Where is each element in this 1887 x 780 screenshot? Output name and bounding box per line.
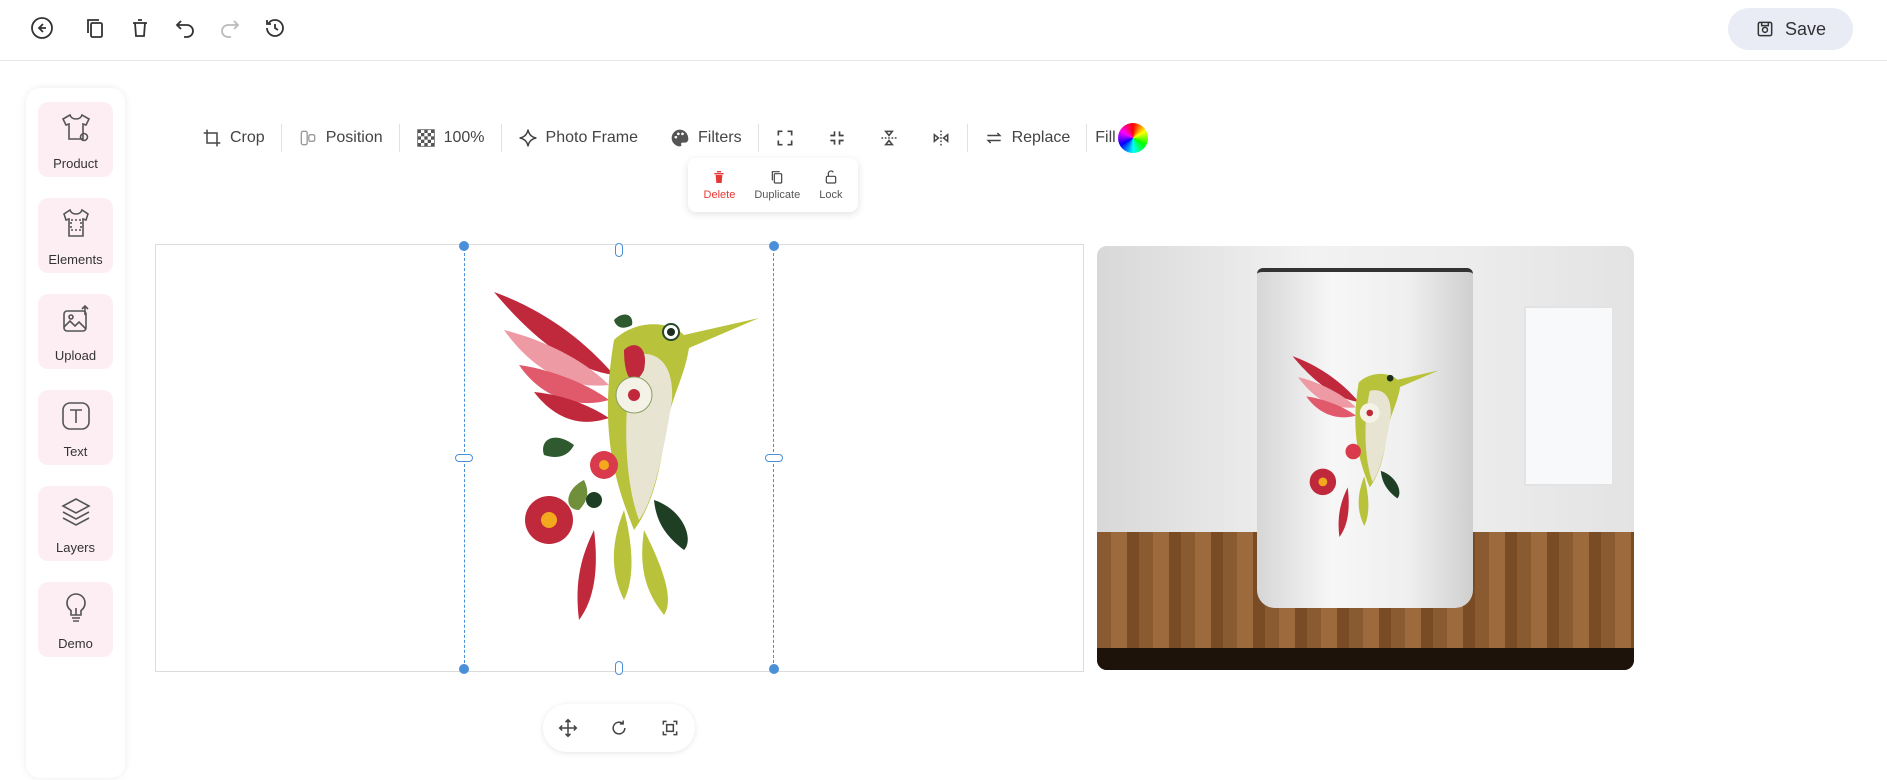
top-toolbar: Save bbox=[0, 0, 1887, 61]
sidebar-item-label: Demo bbox=[58, 636, 93, 651]
sidebar-item-label: Text bbox=[63, 444, 88, 459]
selection-context-menu: Delete Duplicate Lock bbox=[688, 158, 858, 212]
palette-icon bbox=[671, 129, 689, 147]
duplicate-label: Duplicate bbox=[754, 189, 801, 201]
trash-icon[interactable] bbox=[126, 14, 154, 42]
lock-label: Lock bbox=[819, 189, 843, 201]
compress-icon bbox=[829, 131, 844, 145]
crop-button[interactable]: Crop bbox=[186, 118, 281, 158]
sidebar-item-elements[interactable]: Elements bbox=[38, 198, 113, 273]
resize-handle-left[interactable] bbox=[455, 454, 473, 462]
unlock-icon bbox=[825, 170, 837, 184]
image-edit-toolbar: Crop Position 100% Photo Frame Filters R… bbox=[186, 118, 1164, 158]
copy-icon bbox=[771, 171, 783, 184]
window-decoration bbox=[1524, 306, 1614, 486]
upload-image-icon bbox=[62, 304, 89, 332]
position-button[interactable]: Position bbox=[282, 118, 399, 158]
replace-button[interactable]: Replace bbox=[968, 118, 1087, 158]
rotate-icon[interactable] bbox=[609, 718, 629, 738]
fill-label: Fill bbox=[1095, 129, 1116, 146]
text-icon bbox=[61, 402, 90, 430]
sidebar: Product Elements Upload Text Layers Demo bbox=[26, 88, 125, 778]
position-icon bbox=[300, 130, 316, 146]
copy-icon[interactable] bbox=[81, 14, 109, 42]
resize-handle-bottom[interactable] bbox=[615, 661, 623, 675]
opacity-button[interactable]: 100% bbox=[400, 118, 501, 158]
flip-horizontal-button[interactable] bbox=[915, 118, 967, 158]
selection-box[interactable] bbox=[464, 248, 774, 668]
sidebar-item-upload[interactable]: Upload bbox=[38, 294, 113, 369]
trash-icon bbox=[714, 171, 725, 183]
resize-handle-bottom-left[interactable] bbox=[459, 664, 469, 674]
elements-icon bbox=[62, 208, 89, 237]
mug-print-artwork bbox=[1292, 356, 1439, 538]
fit-screen-icon[interactable] bbox=[660, 718, 680, 738]
crop-label: Crop bbox=[230, 129, 265, 146]
mug-preview bbox=[1097, 246, 1634, 670]
tshirt-icon bbox=[61, 113, 90, 142]
redo-icon[interactable] bbox=[216, 14, 244, 42]
save-icon bbox=[1757, 21, 1773, 37]
filters-label: Filters bbox=[698, 129, 742, 146]
resize-handle-right[interactable] bbox=[765, 454, 783, 462]
back-icon[interactable] bbox=[28, 14, 56, 42]
layers-icon bbox=[60, 498, 91, 526]
duplicate-button[interactable]: Duplicate bbox=[754, 169, 800, 201]
flip-vertical-button[interactable] bbox=[863, 118, 915, 158]
checkerboard-icon bbox=[416, 129, 435, 147]
swap-icon bbox=[985, 132, 1002, 144]
fit-button[interactable] bbox=[811, 118, 863, 158]
opacity-value: 100% bbox=[443, 129, 485, 146]
lock-button[interactable]: Lock bbox=[819, 169, 842, 201]
expand-icon bbox=[777, 130, 793, 146]
table-edge bbox=[1097, 648, 1634, 670]
transform-toolbar bbox=[543, 704, 695, 752]
sidebar-item-demo[interactable]: Demo bbox=[38, 582, 113, 657]
resize-handle-top-right[interactable] bbox=[769, 241, 779, 251]
flip-vertical-icon bbox=[881, 130, 897, 146]
fill-button[interactable]: Fill bbox=[1087, 118, 1163, 158]
flip-horizontal-icon bbox=[933, 130, 948, 146]
sidebar-item-label: Product bbox=[53, 156, 98, 171]
replace-label: Replace bbox=[1011, 129, 1071, 146]
sidebar-item-layers[interactable]: Layers bbox=[38, 486, 113, 561]
filters-button[interactable]: Filters bbox=[654, 118, 758, 158]
crop-icon bbox=[203, 129, 221, 147]
history-icon[interactable] bbox=[261, 14, 289, 42]
photo-frame-label: Photo Frame bbox=[545, 129, 639, 146]
save-label: Save bbox=[1784, 18, 1827, 39]
delete-button[interactable]: Delete bbox=[703, 169, 736, 201]
sparkle-icon bbox=[519, 129, 537, 147]
lightbulb-icon bbox=[65, 593, 86, 622]
sidebar-item-text[interactable]: Text bbox=[38, 390, 113, 465]
resize-handle-top-left[interactable] bbox=[459, 241, 469, 251]
color-wheel-icon bbox=[1117, 123, 1148, 153]
photo-frame-button[interactable]: Photo Frame bbox=[502, 118, 654, 158]
undo-icon[interactable] bbox=[171, 14, 199, 42]
resize-handle-bottom-right[interactable] bbox=[769, 664, 779, 674]
position-label: Position bbox=[325, 129, 383, 146]
resize-handle-top[interactable] bbox=[615, 243, 623, 257]
save-button[interactable]: Save bbox=[1728, 8, 1853, 50]
delete-label: Delete bbox=[703, 189, 736, 201]
sidebar-item-product[interactable]: Product bbox=[38, 102, 113, 177]
sidebar-item-label: Upload bbox=[54, 348, 97, 363]
sidebar-item-label: Elements bbox=[48, 252, 103, 267]
fullscreen-button[interactable] bbox=[759, 118, 811, 158]
move-icon[interactable] bbox=[558, 718, 578, 738]
sidebar-item-label: Layers bbox=[55, 540, 96, 555]
